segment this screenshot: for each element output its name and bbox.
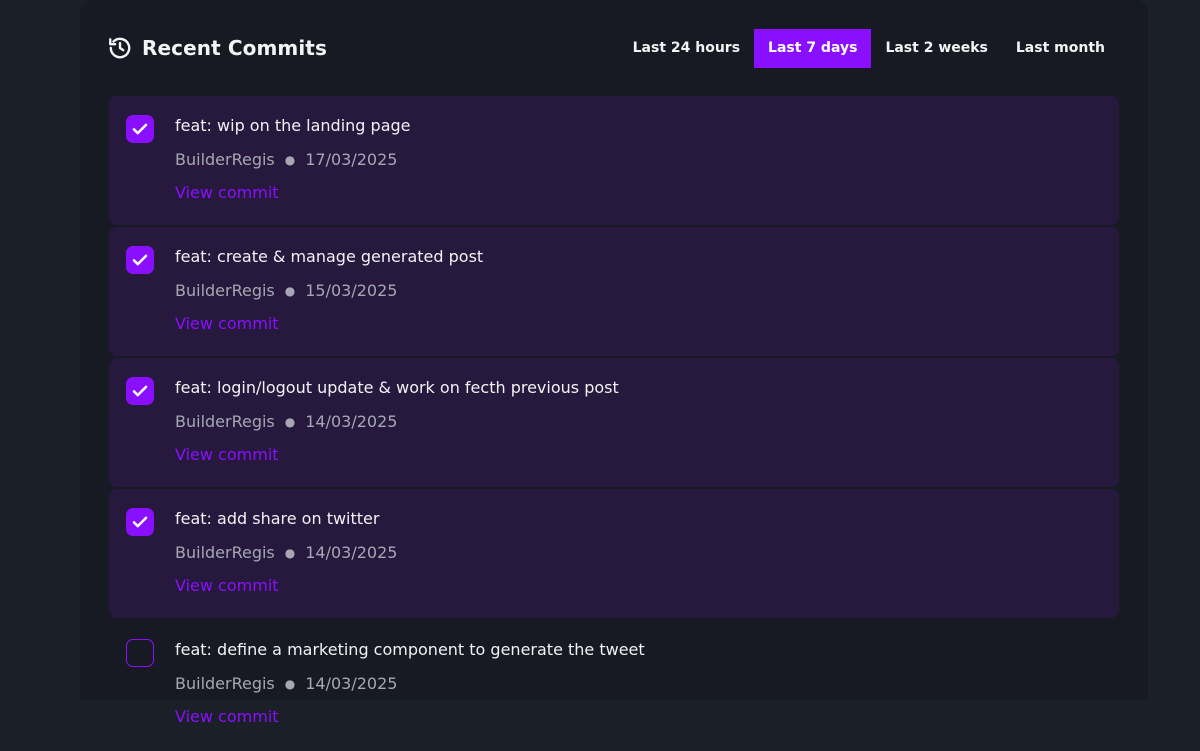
filter-last-7-days[interactable]: Last 7 days — [754, 29, 872, 68]
check-icon — [131, 120, 149, 138]
filter-last-24-hours[interactable]: Last 24 hours — [619, 29, 754, 68]
commit-item: feat: create & manage generated post Bui… — [109, 227, 1119, 356]
filter-last-month[interactable]: Last month — [1002, 29, 1119, 68]
commit-checkbox[interactable] — [126, 115, 154, 143]
commit-message: feat: wip on the landing page — [175, 116, 411, 135]
filter-last-2-weeks[interactable]: Last 2 weeks — [871, 29, 1001, 68]
commit-meta: BuilderRegis ● 15/03/2025 — [175, 281, 397, 300]
commit-meta: BuilderRegis ● 14/03/2025 — [175, 412, 397, 431]
history-icon — [107, 35, 133, 61]
commit-date: 14/03/2025 — [305, 543, 398, 562]
commit-checkbox[interactable] — [126, 377, 154, 405]
title-group: Recent Commits — [107, 32, 327, 64]
view-commit-link[interactable]: View commit — [175, 183, 279, 202]
commit-date: 17/03/2025 — [305, 150, 398, 169]
commit-meta: BuilderRegis ● 14/03/2025 — [175, 674, 397, 693]
commit-item: feat: login/logout update & work on fect… — [109, 358, 1119, 487]
check-icon — [131, 513, 149, 531]
commit-author: BuilderRegis — [175, 150, 275, 169]
commit-message: feat: add share on twitter — [175, 509, 380, 528]
check-icon — [131, 251, 149, 269]
page-title: Recent Commits — [142, 36, 327, 60]
commit-author: BuilderRegis — [175, 674, 275, 693]
view-commit-link[interactable]: View commit — [175, 445, 279, 464]
separator-dot: ● — [284, 676, 296, 691]
commit-message: feat: create & manage generated post — [175, 247, 484, 266]
separator-dot: ● — [284, 152, 296, 167]
commit-date: 15/03/2025 — [305, 281, 398, 300]
panel-header: Recent Commits Last 24 hours Last 7 days… — [107, 29, 1119, 68]
commit-item: feat: add share on twitter BuilderRegis … — [109, 489, 1119, 618]
commit-item: feat: wip on the landing page BuilderReg… — [109, 96, 1119, 225]
commit-checkbox[interactable] — [126, 508, 154, 536]
commit-author: BuilderRegis — [175, 281, 275, 300]
commit-date: 14/03/2025 — [305, 674, 398, 693]
separator-dot: ● — [284, 414, 296, 429]
commit-date: 14/03/2025 — [305, 412, 398, 431]
commit-message: feat: define a marketing component to ge… — [175, 640, 645, 659]
separator-dot: ● — [284, 283, 296, 298]
commit-list: feat: wip on the landing page BuilderReg… — [109, 96, 1119, 751]
commit-checkbox[interactable] — [126, 246, 154, 274]
commit-meta: BuilderRegis ● 17/03/2025 — [175, 150, 397, 169]
commit-author: BuilderRegis — [175, 412, 275, 431]
separator-dot: ● — [284, 545, 296, 560]
recent-commits-panel: Recent Commits Last 24 hours Last 7 days… — [80, 0, 1148, 726]
commit-author: BuilderRegis — [175, 543, 275, 562]
view-commit-link[interactable]: View commit — [175, 314, 279, 333]
time-range-filters: Last 24 hours Last 7 days Last 2 weeks L… — [619, 29, 1119, 68]
check-icon — [131, 382, 149, 400]
commit-checkbox[interactable] — [126, 639, 154, 667]
commit-meta: BuilderRegis ● 14/03/2025 — [175, 543, 397, 562]
commit-message: feat: login/logout update & work on fect… — [175, 378, 619, 397]
view-commit-link[interactable]: View commit — [175, 576, 279, 595]
view-commit-link[interactable]: View commit — [175, 707, 279, 726]
